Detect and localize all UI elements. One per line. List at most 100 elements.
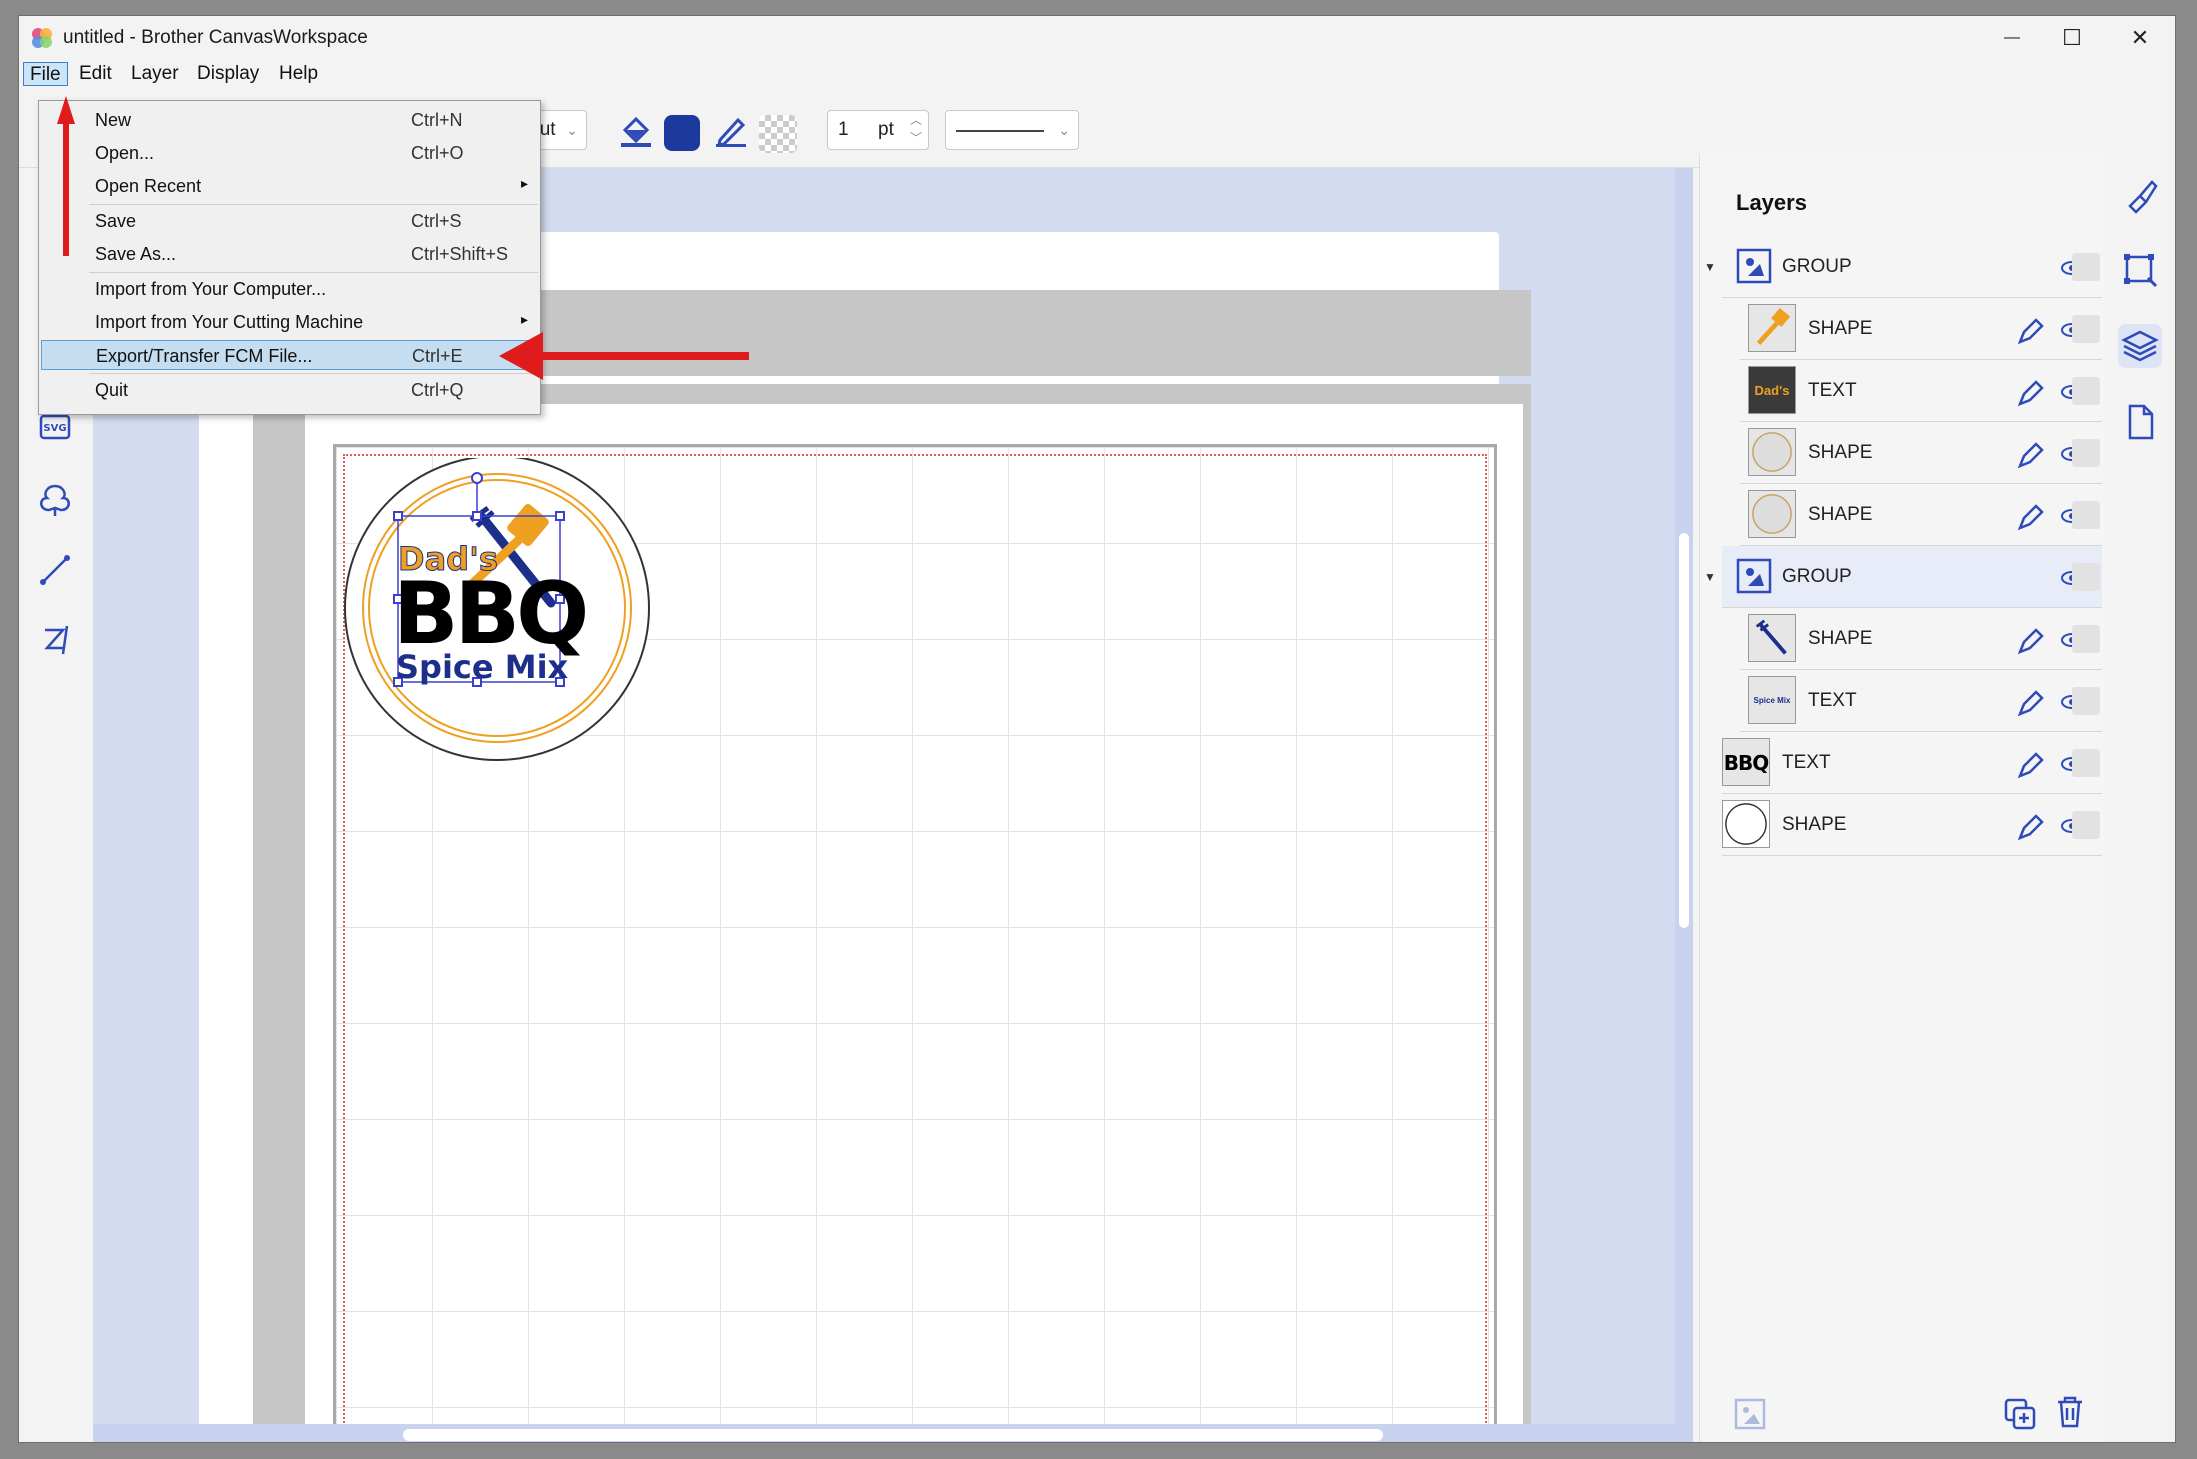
- line-tool-icon[interactable]: [33, 548, 77, 592]
- menu-file[interactable]: File: [23, 62, 68, 86]
- pen-icon[interactable]: [2014, 748, 2046, 780]
- pen-icon[interactable]: [2014, 500, 2046, 532]
- menu-item-open[interactable]: Open... Ctrl+O: [41, 138, 538, 168]
- menu-separator: [89, 272, 538, 273]
- window-title: untitled - Brother CanvasWorkspace: [63, 27, 368, 48]
- maximize-button[interactable]: ☐: [2037, 16, 2107, 60]
- fork-thumbnail: [1748, 614, 1796, 662]
- menu-item-new[interactable]: New Ctrl+N: [41, 105, 538, 135]
- close-button[interactable]: ✕: [2105, 16, 2175, 60]
- group-icon: [1736, 248, 1772, 284]
- lock-toggle[interactable]: [2072, 439, 2100, 467]
- lock-toggle[interactable]: [2072, 749, 2100, 777]
- menu-display[interactable]: Display: [191, 62, 265, 86]
- pen-icon[interactable]: [2014, 686, 2046, 718]
- layers-panel-title: Layers: [1736, 190, 1807, 215]
- bbq-thumbnail: BBQ: [1722, 738, 1770, 786]
- layer-label: TEXT: [1782, 752, 1831, 773]
- menu-item-save-as[interactable]: Save As... Ctrl+Shift+S: [41, 239, 538, 269]
- circle-thumbnail: [1748, 428, 1796, 476]
- menu-item-open-recent[interactable]: Open Recent ▸: [41, 171, 538, 201]
- menu-edit[interactable]: Edit: [73, 62, 118, 86]
- horizontal-scrollbar[interactable]: [93, 1424, 1693, 1442]
- trash-icon[interactable]: [2050, 1392, 2090, 1432]
- layer-row-group-2[interactable]: ▼ GROUP: [1704, 546, 2102, 608]
- pen-icon[interactable]: [2014, 624, 2046, 656]
- pen-icon[interactable]: [2014, 314, 2046, 346]
- title-bar: untitled - Brother CanvasWorkspace — ☐ ✕: [19, 16, 2175, 60]
- layer-label: GROUP: [1782, 256, 1852, 277]
- group-layers-icon[interactable]: [1730, 1394, 1770, 1434]
- layer-label: TEXT: [1808, 690, 1857, 711]
- lock-toggle[interactable]: [2072, 687, 2100, 715]
- lock-toggle[interactable]: [2072, 377, 2100, 405]
- menu-help[interactable]: Help: [273, 62, 324, 86]
- shape-tool-icon[interactable]: [33, 478, 77, 522]
- spice-mix-text[interactable]: Spice Mix: [396, 648, 568, 686]
- menu-bar: File Edit Layer Display Help: [19, 60, 2175, 88]
- layers-icon[interactable]: [2118, 324, 2162, 368]
- horizontal-scroll-thumb[interactable]: [403, 1429, 1383, 1441]
- layer-row-shape-ring-2[interactable]: SHAPE: [1740, 484, 2102, 546]
- line-style-select[interactable]: ⌄: [945, 110, 1079, 150]
- transform-icon[interactable]: [2118, 248, 2162, 292]
- spice-mix-thumbnail: Spice Mix: [1748, 676, 1796, 724]
- fill-color-swatch[interactable]: [664, 115, 700, 151]
- pen-icon[interactable]: [2014, 376, 2046, 408]
- circle-thumbnail: [1722, 800, 1770, 848]
- freehand-tool-icon[interactable]: [33, 618, 77, 662]
- circle-thumbnail: [1748, 490, 1796, 538]
- stepper-down-icon[interactable]: ﹀: [910, 129, 922, 146]
- line-color-swatch[interactable]: [759, 115, 797, 153]
- svg-text:SVG: SVG: [43, 423, 66, 434]
- layer-row-shape-fork[interactable]: SHAPE: [1740, 608, 2102, 670]
- group-icon: [1736, 558, 1772, 594]
- line-width-value: 1: [838, 119, 849, 140]
- line-style-preview: [956, 130, 1044, 132]
- line-width-unit: pt: [878, 119, 894, 140]
- pen-icon[interactable]: [2014, 810, 2046, 842]
- stepper-up-icon[interactable]: ︿: [910, 111, 922, 128]
- fill-bucket-icon[interactable]: [619, 114, 653, 148]
- app-logo-icon: [32, 28, 52, 48]
- line-color-pen-icon[interactable]: [714, 114, 748, 148]
- lock-toggle[interactable]: [2072, 625, 2100, 653]
- expand-arrow-icon[interactable]: ▼: [1704, 260, 1716, 274]
- layer-row-shape-ring-1[interactable]: SHAPE: [1740, 422, 2102, 484]
- brush-icon[interactable]: [2118, 174, 2162, 218]
- layer-label: SHAPE: [1782, 814, 1847, 835]
- lock-toggle[interactable]: [2072, 563, 2100, 591]
- menu-item-import-machine[interactable]: Import from Your Cutting Machine ▸: [41, 307, 538, 337]
- layer-row-text-bbq[interactable]: BBQ TEXT: [1722, 732, 2102, 794]
- file-menu-dropdown: New Ctrl+N Open... Ctrl+O Open Recent ▸ …: [38, 100, 541, 415]
- line-width-stepper[interactable]: 1 pt ︿ ﹀: [827, 110, 929, 150]
- layer-label: TEXT: [1808, 380, 1857, 401]
- layer-row-text-spice-mix[interactable]: Spice Mix TEXT: [1740, 670, 2102, 732]
- lock-toggle[interactable]: [2072, 501, 2100, 529]
- layer-row-group-1[interactable]: ▼ GROUP: [1704, 236, 2102, 298]
- vertical-scroll-thumb[interactable]: [1679, 533, 1689, 928]
- pen-icon[interactable]: [2014, 438, 2046, 470]
- layer-label: GROUP: [1782, 566, 1852, 587]
- page-icon[interactable]: [2118, 400, 2162, 444]
- menu-item-export-fcm[interactable]: Export/Transfer FCM File... Ctrl+E: [41, 340, 538, 370]
- lock-toggle[interactable]: [2072, 811, 2100, 839]
- annotation-arrow-up: [57, 96, 75, 256]
- duplicate-icon[interactable]: [2000, 1394, 2040, 1434]
- right-sidebar: [2104, 154, 2175, 1442]
- menu-item-quit[interactable]: Quit Ctrl+Q: [41, 375, 538, 405]
- layer-row-shape-spatula[interactable]: SHAPE: [1740, 298, 2102, 360]
- menu-layer[interactable]: Layer: [125, 62, 185, 86]
- vertical-scrollbar[interactable]: [1675, 168, 1693, 1424]
- app-window: untitled - Brother CanvasWorkspace — ☐ ✕…: [18, 15, 2176, 1443]
- lock-toggle[interactable]: [2072, 253, 2100, 281]
- menu-item-save[interactable]: Save Ctrl+S: [41, 206, 538, 236]
- layer-row-shape-outer-circle[interactable]: SHAPE: [1722, 794, 2102, 856]
- annotation-arrow-left: [499, 332, 749, 380]
- menu-item-import-computer[interactable]: Import from Your Computer...: [41, 274, 538, 304]
- lock-toggle[interactable]: [2072, 315, 2100, 343]
- layer-label: SHAPE: [1808, 442, 1873, 463]
- layer-row-text-dads[interactable]: Dad's TEXT: [1740, 360, 2102, 422]
- layer-label: SHAPE: [1808, 504, 1873, 525]
- expand-arrow-icon[interactable]: ▼: [1704, 570, 1716, 584]
